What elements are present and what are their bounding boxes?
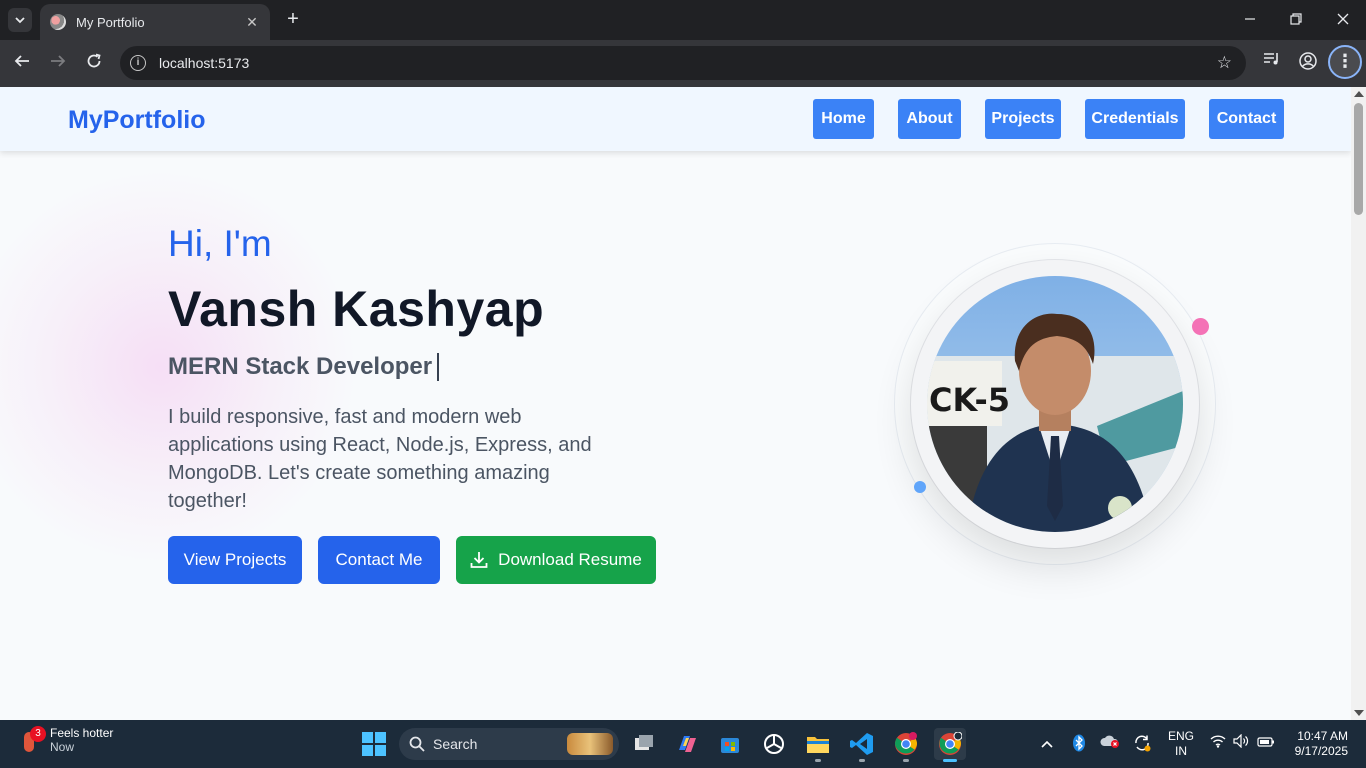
windows-taskbar: 3 Feels hotter Now Search ENG IN 10:47 A… bbox=[0, 720, 1366, 768]
download-resume-button[interactable]: Download Resume bbox=[456, 536, 656, 584]
back-arrow-icon[interactable] bbox=[10, 51, 34, 75]
onedrive-icon[interactable] bbox=[1100, 734, 1120, 754]
tab-search-button[interactable] bbox=[8, 8, 32, 32]
scroll-down-arrow-icon[interactable] bbox=[1354, 710, 1364, 716]
profile-icon[interactable] bbox=[1296, 51, 1320, 75]
language-code: ENG bbox=[1168, 729, 1195, 743]
chevron-up-icon[interactable] bbox=[1037, 734, 1057, 754]
clock-date: 9/17/2025 bbox=[1294, 744, 1348, 758]
favicon-icon bbox=[50, 14, 66, 30]
windows-start-icon[interactable] bbox=[362, 732, 386, 756]
clock-time: 10:47 AM bbox=[1297, 729, 1348, 743]
reload-icon[interactable] bbox=[82, 51, 106, 75]
media-controls-icon[interactable] bbox=[1260, 51, 1284, 75]
forward-arrow-icon[interactable] bbox=[46, 51, 70, 75]
weather-title: Feels hotter bbox=[50, 726, 114, 740]
view-projects-button[interactable]: View Projects bbox=[168, 536, 302, 584]
vscode-icon[interactable] bbox=[846, 728, 878, 762]
hero-greeting: Hi, I'm bbox=[168, 223, 272, 264]
weather-widget[interactable]: 3 Feels hotter Now bbox=[18, 726, 113, 754]
hero-role: MERN Stack Developer bbox=[168, 353, 440, 381]
browser-tab-active[interactable]: My Portfolio ✕ bbox=[40, 4, 270, 40]
language-indicator[interactable]: ENG IN bbox=[1168, 729, 1194, 759]
download-resume-label: Download Resume bbox=[498, 550, 642, 569]
hero-description: I build responsive, fast and modern web … bbox=[168, 406, 592, 512]
microsoft-store-icon[interactable] bbox=[714, 728, 746, 760]
profile-photo: CK-5 bbox=[927, 276, 1183, 532]
bookmark-star-icon[interactable]: ☆ bbox=[1217, 53, 1232, 73]
sync-icon[interactable] bbox=[1132, 734, 1152, 754]
download-icon bbox=[470, 551, 488, 569]
nav-projects[interactable]: Projects bbox=[985, 99, 1061, 139]
browser-toolbar: i localhost:5173 ☆ ⋮ bbox=[0, 40, 1366, 87]
search-highlight-image bbox=[567, 733, 613, 755]
thermometer-icon: 3 bbox=[18, 726, 46, 754]
taskbar-search[interactable]: Search bbox=[399, 728, 619, 760]
chrome-profile-icon[interactable] bbox=[934, 728, 966, 762]
weather-badge: 3 bbox=[30, 726, 46, 742]
volume-icon[interactable] bbox=[1231, 733, 1251, 754]
hero-name: Vansh Kashyap bbox=[168, 281, 545, 337]
address-bar[interactable]: i localhost:5173 ☆ bbox=[120, 46, 1246, 80]
page-viewport: MyPortfolio Home About Projects Credenti… bbox=[0, 87, 1351, 720]
scroll-thumb[interactable] bbox=[1354, 103, 1363, 215]
search-placeholder: Search bbox=[433, 736, 478, 752]
copilot-icon[interactable] bbox=[671, 728, 703, 760]
restore-icon[interactable] bbox=[1284, 8, 1308, 32]
decorative-pink-dot bbox=[1192, 318, 1209, 335]
weather-subtitle: Now bbox=[50, 740, 75, 754]
url-text[interactable]: localhost:5173 bbox=[159, 55, 1217, 71]
hero-role-text: MERN Stack Developer bbox=[168, 353, 433, 380]
contact-me-button[interactable]: Contact Me bbox=[318, 536, 440, 584]
file-explorer-icon[interactable] bbox=[802, 728, 834, 762]
close-tab-icon[interactable]: ✕ bbox=[244, 14, 260, 31]
brand-logo[interactable]: MyPortfolio bbox=[68, 106, 206, 135]
language-region: IN bbox=[1175, 744, 1187, 758]
kebab-menu-icon[interactable]: ⋮ bbox=[1328, 45, 1362, 79]
scroll-up-arrow-icon[interactable] bbox=[1354, 91, 1364, 97]
bluetooth-icon[interactable] bbox=[1069, 734, 1089, 754]
nav-home[interactable]: Home bbox=[813, 99, 874, 139]
system-clock[interactable]: 10:47 AM 9/17/2025 bbox=[1286, 729, 1348, 759]
search-icon bbox=[409, 736, 425, 752]
task-view-icon[interactable] bbox=[628, 728, 660, 760]
page-scrollbar[interactable] bbox=[1351, 87, 1366, 720]
nav-credentials[interactable]: Credentials bbox=[1085, 99, 1185, 139]
typing-cursor bbox=[437, 353, 440, 381]
battery-icon[interactable] bbox=[1256, 734, 1276, 754]
close-window-icon[interactable] bbox=[1331, 8, 1355, 32]
chevron-down-icon bbox=[15, 16, 25, 23]
chrome-icon[interactable] bbox=[890, 728, 922, 762]
site-navbar: MyPortfolio Home About Projects Credenti… bbox=[0, 87, 1351, 151]
chatgpt-icon[interactable] bbox=[758, 728, 790, 760]
wifi-icon[interactable] bbox=[1208, 734, 1228, 754]
site-info-icon[interactable]: i bbox=[130, 55, 146, 71]
nav-contact[interactable]: Contact bbox=[1209, 99, 1284, 139]
browser-tab-bar: My Portfolio ✕ + bbox=[0, 0, 1366, 40]
tab-title: My Portfolio bbox=[76, 14, 145, 30]
minimize-icon[interactable] bbox=[1238, 8, 1262, 32]
decorative-blue-dot bbox=[914, 481, 926, 493]
nav-about[interactable]: About bbox=[898, 99, 961, 139]
new-tab-button[interactable]: + bbox=[282, 8, 304, 30]
photo-sign-text: CK-5 bbox=[929, 381, 1010, 419]
